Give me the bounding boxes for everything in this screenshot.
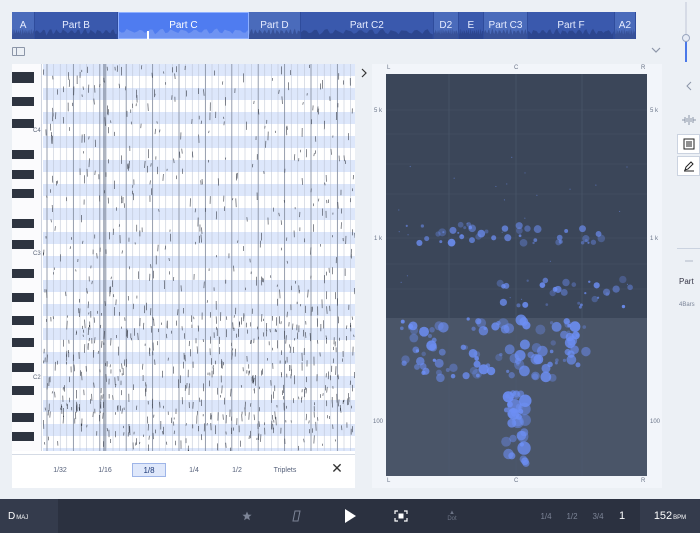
section-label: Part B <box>62 20 90 31</box>
division-1-4[interactable]: 1/4 <box>536 509 556 523</box>
close-icon[interactable]: ✕ <box>330 461 344 475</box>
bars-label: 4Bars <box>679 302 695 308</box>
quantize-option[interactable]: Triplets <box>262 463 308 477</box>
black-key[interactable] <box>12 413 34 422</box>
top-key-edge <box>12 72 34 74</box>
section-3[interactable]: Part D <box>248 12 301 39</box>
quantize-option[interactable]: 1/2 <box>220 463 254 477</box>
count-value[interactable]: 1 <box>614 508 630 524</box>
black-key[interactable] <box>12 119 34 128</box>
bpm-unit: BPM <box>673 514 687 521</box>
quantize-bar: 1/32 1/16 1/8 1/4 1/2 Triplets ✕ <box>12 454 355 488</box>
waveform-icon[interactable] <box>677 110 700 130</box>
transport-bar: D MAJ ▲ Dot 1/4 1/2 3/4 1 152 BPM <box>0 499 700 533</box>
section-8[interactable]: Part F <box>528 12 615 39</box>
minus-icon[interactable] <box>677 256 700 266</box>
black-key[interactable] <box>12 74 34 83</box>
section-label: Part C2 <box>349 20 384 31</box>
volume-knob[interactable] <box>682 34 690 42</box>
black-key[interactable] <box>12 363 34 372</box>
black-key[interactable] <box>12 386 34 395</box>
part-label: Part <box>679 277 694 286</box>
freq-label-5k-right: 5 k <box>650 108 659 114</box>
piano-roll-panel: C4 C3 C2 1/32 1/16 1/8 1/4 1/2 Triplets ✕ <box>12 64 356 488</box>
section-label: Part C3 <box>488 20 523 31</box>
dot-button[interactable]: ▲ Dot <box>444 507 460 525</box>
quantize-option[interactable]: 1/32 <box>43 463 77 477</box>
freq-label-100: 100 <box>373 419 384 425</box>
section-5[interactable]: D2 <box>433 12 459 39</box>
freq-label-1k: 1 k <box>374 236 383 242</box>
black-key[interactable] <box>12 338 34 347</box>
division-3-4[interactable]: 3/4 <box>588 509 608 523</box>
black-key[interactable] <box>12 97 34 106</box>
section-6[interactable]: E <box>458 12 484 39</box>
edit-tool-icon[interactable] <box>290 508 306 524</box>
note-grid[interactable] <box>42 64 356 460</box>
dot-label: Dot <box>447 516 457 522</box>
division-1-2[interactable]: 1/2 <box>562 509 582 523</box>
key-root: D <box>8 510 16 522</box>
notes-list-icon[interactable] <box>677 134 700 154</box>
octave-label: C2 <box>33 375 41 381</box>
piano-keyboard[interactable]: C4 C3 C2 <box>12 64 42 451</box>
tempo-display[interactable]: 152 BPM <box>640 499 700 533</box>
section-label: Part F <box>557 20 585 31</box>
section-label: E <box>467 20 475 31</box>
pencil-icon[interactable] <box>677 156 700 176</box>
black-key[interactable] <box>12 170 34 179</box>
spec-bottom-right-label: R <box>641 478 646 484</box>
section-label: A <box>19 20 27 31</box>
black-key[interactable] <box>12 432 34 441</box>
spectrogram-panel: L C R 5 k 5 k 1 k 1 k 100 100 L C R <box>372 64 662 488</box>
play-button[interactable] <box>340 506 360 526</box>
freq-label-1k-right: 1 k <box>650 236 659 242</box>
star-icon[interactable] <box>240 509 254 523</box>
section-9[interactable]: A2 <box>614 12 636 39</box>
bpm-value: 152 <box>653 510 673 522</box>
fit-screen-icon[interactable] <box>392 508 410 524</box>
octave-label: C3 <box>33 251 41 257</box>
black-key[interactable] <box>12 269 34 278</box>
chevron-left-icon[interactable] <box>677 76 700 96</box>
section-label: A2 <box>618 20 632 31</box>
spectrogram-view[interactable] <box>386 74 647 476</box>
black-key[interactable] <box>12 316 34 325</box>
spec-top-left-label: L <box>387 65 391 71</box>
section-bar: A Part B Part C Part D Part C2 D2 E Part C3 Part… <box>12 12 636 39</box>
chevron-down-icon[interactable] <box>650 44 662 56</box>
panel-toggle-icon[interactable] <box>12 47 25 56</box>
freq-label-5k: 5 k <box>374 108 383 114</box>
quantize-option[interactable]: 1/8 <box>132 463 166 477</box>
chevron-right-icon[interactable] <box>359 67 369 79</box>
spec-bottom-center-label: C <box>514 478 519 484</box>
section-7[interactable]: Part C3 <box>483 12 529 39</box>
spec-bottom-left-label: L <box>387 478 391 484</box>
section-1[interactable]: Part B <box>35 12 118 39</box>
black-key[interactable] <box>12 240 34 249</box>
section-0[interactable]: A <box>12 12 36 39</box>
quantize-option[interactable]: 1/16 <box>88 463 122 477</box>
section-label: Part C <box>169 20 198 31</box>
octave-label: C4 <box>33 128 41 134</box>
section-4[interactable]: Part C2 <box>300 12 434 39</box>
black-key[interactable] <box>12 293 34 302</box>
section-2[interactable]: Part C <box>117 12 249 39</box>
key-selector[interactable]: D MAJ <box>0 499 58 533</box>
quantize-option[interactable]: 1/4 <box>177 463 211 477</box>
freq-label-100-right: 100 <box>650 419 661 425</box>
spec-top-center-label: C <box>514 65 519 71</box>
black-key[interactable] <box>12 189 34 198</box>
side-divider <box>677 248 700 249</box>
section-label: Part D <box>260 20 289 31</box>
key-mode: MAJ <box>16 514 29 521</box>
playhead-line <box>103 64 106 451</box>
spec-top-right-label: R <box>641 65 646 71</box>
black-key[interactable] <box>12 219 34 228</box>
volume-slider[interactable] <box>682 2 690 62</box>
black-key[interactable] <box>12 150 34 159</box>
section-label: D2 <box>439 20 453 31</box>
